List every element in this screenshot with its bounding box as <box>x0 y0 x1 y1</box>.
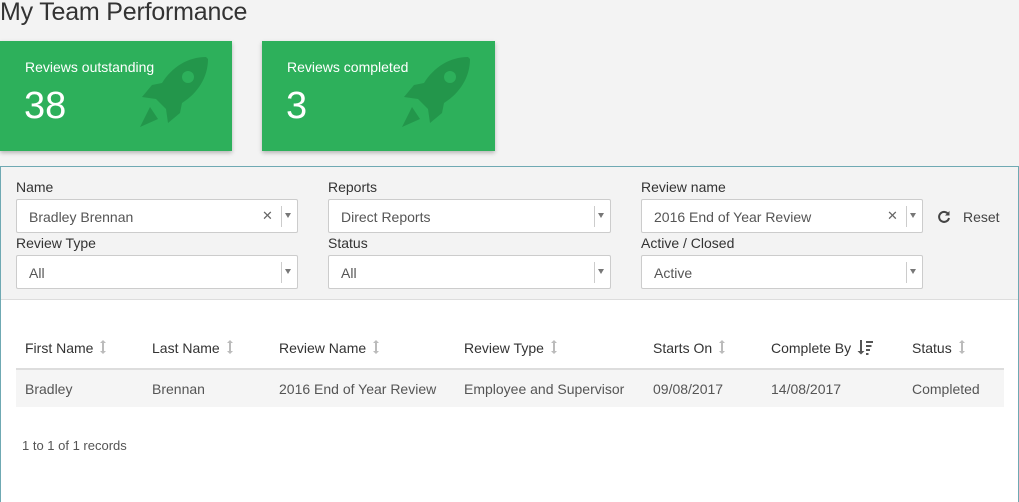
reset-label: Reset <box>963 209 1000 225</box>
column-header-last-name[interactable]: Last Name <box>143 327 270 370</box>
card-value: 38 <box>24 85 67 127</box>
column-header-review-name[interactable]: Review Name <box>270 327 455 370</box>
name-filter-value: Bradley Brennan <box>29 209 134 225</box>
cell-first-name: Bradley <box>16 369 143 407</box>
select-divider <box>594 206 595 227</box>
table-header-row: First Name Last Name Review Name Review … <box>16 327 1004 370</box>
reviews-table: First Name Last Name Review Name Review … <box>16 327 1004 407</box>
reviews-outstanding-card[interactable]: Reviews outstanding 38 <box>0 41 232 151</box>
clear-icon[interactable]: ✕ <box>262 208 273 224</box>
chevron-down-icon[interactable] <box>285 213 291 218</box>
select-divider <box>281 262 282 283</box>
select-divider <box>594 262 595 283</box>
clear-icon[interactable]: ✕ <box>887 208 898 224</box>
cell-review-name: 2016 End of Year Review <box>270 369 455 407</box>
reports-filter-select[interactable]: Direct Reports <box>328 199 611 233</box>
select-divider <box>906 206 907 227</box>
filter-bar: Name Bradley Brennan ✕ Reports Direct Re… <box>1 167 1018 300</box>
sort-icon <box>373 340 380 354</box>
status-filter-value: All <box>341 265 357 281</box>
review-name-filter-label: Review name <box>641 179 726 195</box>
cell-complete-by: 14/08/2017 <box>762 369 903 407</box>
sort-icon <box>958 340 965 354</box>
cell-status: Completed <box>903 369 1004 407</box>
sort-icon <box>550 340 557 354</box>
column-label: Starts On <box>653 340 713 356</box>
column-label: First Name <box>25 340 94 356</box>
page-title: My Team Performance <box>0 0 248 26</box>
column-header-starts-on[interactable]: Starts On <box>644 327 762 370</box>
cell-review-type: Employee and Supervisor <box>455 369 644 407</box>
column-label: Status <box>912 340 952 356</box>
reset-button[interactable]: Reset <box>937 207 1000 227</box>
cell-last-name: Brennan <box>143 369 270 407</box>
select-divider <box>281 206 282 227</box>
column-label: Review Type <box>464 340 544 356</box>
card-label: Reviews completed <box>287 59 409 75</box>
team-performance-panel: Name Bradley Brennan ✕ Reports Direct Re… <box>0 166 1019 502</box>
chevron-down-icon[interactable] <box>598 269 604 274</box>
table-row[interactable]: Bradley Brennan 2016 End of Year Review … <box>16 369 1004 407</box>
chevron-down-icon[interactable] <box>910 213 916 218</box>
sort-icon <box>100 340 107 354</box>
select-divider <box>906 262 907 283</box>
column-label: Complete By <box>771 340 852 356</box>
column-header-complete-by[interactable]: Complete By <box>762 327 903 370</box>
reviews-completed-card[interactable]: Reviews completed 3 <box>262 41 495 151</box>
status-filter-label: Status <box>328 235 368 251</box>
column-label: Last Name <box>152 340 220 356</box>
card-label: Reviews outstanding <box>25 59 155 75</box>
records-count: 1 to 1 of 1 records <box>22 438 127 453</box>
sort-descending-icon <box>857 340 874 355</box>
chevron-down-icon[interactable] <box>285 269 291 274</box>
active-closed-filter-label: Active / Closed <box>641 235 735 251</box>
cell-starts-on: 09/08/2017 <box>644 369 762 407</box>
reports-filter-label: Reports <box>328 179 378 195</box>
refresh-icon <box>938 210 950 223</box>
active-closed-filter-select[interactable]: Active <box>641 255 923 289</box>
reports-filter-value: Direct Reports <box>341 209 431 225</box>
review-name-filter-select[interactable]: 2016 End of Year Review ✕ <box>641 199 923 233</box>
review-type-filter-select[interactable]: All <box>16 255 298 289</box>
column-header-review-type[interactable]: Review Type <box>455 327 644 370</box>
chevron-down-icon[interactable] <box>910 269 916 274</box>
review-type-filter-value: All <box>29 265 45 281</box>
active-closed-filter-value: Active <box>654 265 693 281</box>
column-header-first-name[interactable]: First Name <box>16 327 143 370</box>
name-filter-select[interactable]: Bradley Brennan ✕ <box>16 199 298 233</box>
column-header-status[interactable]: Status <box>903 327 1004 370</box>
review-name-filter-value: 2016 End of Year Review <box>654 209 812 225</box>
status-filter-select[interactable]: All <box>328 255 611 289</box>
review-type-filter-label: Review Type <box>16 235 96 251</box>
chevron-down-icon[interactable] <box>598 213 604 218</box>
card-value: 3 <box>286 85 308 127</box>
sort-icon <box>719 340 726 354</box>
name-filter-label: Name <box>16 179 54 195</box>
column-label: Review Name <box>279 340 367 356</box>
sort-icon <box>226 340 233 354</box>
